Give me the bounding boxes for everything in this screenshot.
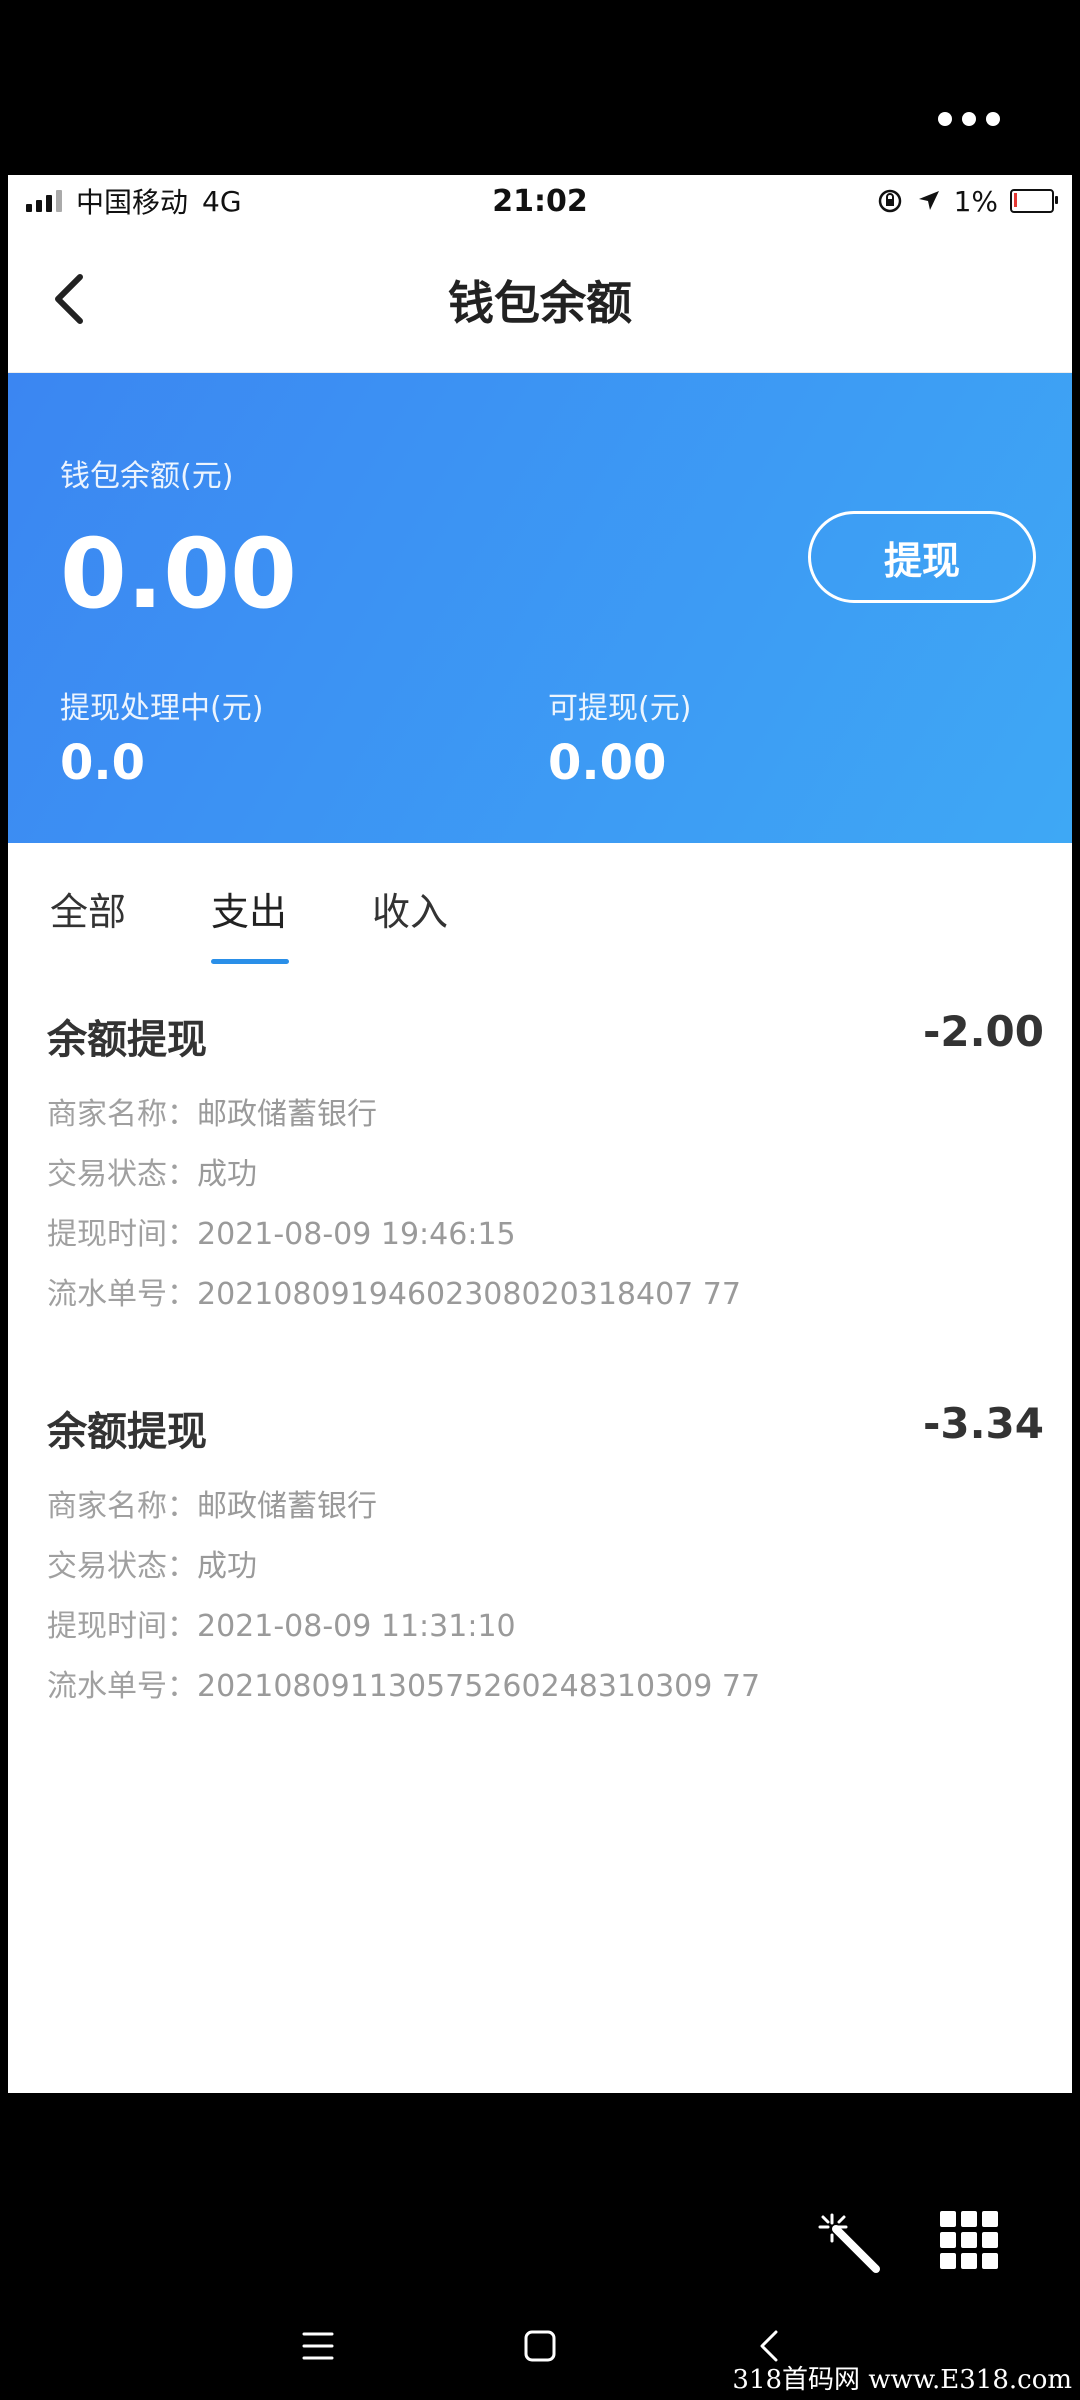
magic-wand-icon[interactable]: [818, 2211, 882, 2275]
nav-bar: 钱包余额: [8, 227, 1072, 373]
wallet-summary-card: 钱包余额(元) 0.00 提现 提现处理中(元) 0.0 可提现(元) 0.00: [8, 373, 1072, 843]
carrier-name: 中国移动: [76, 186, 189, 219]
status-bar: 中国移动 4G 21:02 1%: [8, 175, 1072, 227]
transaction-amount: -2.00: [922, 1007, 1044, 1056]
filter-tabs: 全部 支出 收入: [8, 843, 1072, 973]
back-arrow-icon[interactable]: [46, 269, 96, 329]
battery-percent: 1%: [953, 184, 998, 218]
tab-income[interactable]: 收入: [372, 881, 448, 936]
transaction-title: 余额提现: [47, 1017, 207, 1063]
transaction-merchant: 商家名称：邮政储蓄银行: [47, 1097, 377, 1132]
bottom-black-bar: 318首码网 www.E318.com: [0, 2093, 1080, 2400]
more-options-icon[interactable]: [938, 112, 1000, 126]
watermark-text: 318首码网 www.E318.com: [732, 2365, 1072, 2395]
transaction-serial: 流水单号：20210809194602308020318407 77: [47, 1277, 741, 1312]
processing-value: 0.0: [60, 735, 146, 791]
transaction-time: 提现时间：2021-08-09 19:46:15: [47, 1217, 516, 1252]
transaction-time: 提现时间：2021-08-09 11:31:10: [47, 1609, 516, 1644]
transaction-status: 交易状态：成功: [47, 1549, 257, 1584]
active-tab-indicator: [211, 959, 289, 964]
grid-menu-icon[interactable]: [940, 2211, 998, 2269]
status-time: 21:02: [492, 183, 588, 219]
balance-value: 0.00: [60, 518, 297, 630]
transaction-merchant: 商家名称：邮政储蓄银行: [47, 1489, 377, 1524]
rotation-lock-icon: [878, 189, 901, 213]
location-arrow-icon: [918, 191, 939, 210]
withdraw-button[interactable]: 提现: [808, 511, 1036, 603]
network-type: 4G: [202, 184, 242, 218]
transaction-amount: -3.34: [922, 1399, 1044, 1448]
balance-label: 钱包余额(元): [60, 459, 234, 494]
menu-icon[interactable]: [298, 2328, 338, 2364]
available-label: 可提现(元): [548, 691, 692, 726]
transaction-status: 交易状态：成功: [47, 1157, 257, 1192]
processing-label: 提现处理中(元): [60, 691, 264, 726]
top-black-bar: [0, 0, 1080, 175]
page-title: 钱包余额: [448, 275, 632, 330]
signal-icon: [26, 190, 62, 212]
transaction-title: 余额提现: [47, 1409, 207, 1455]
battery-icon: [1010, 189, 1058, 213]
tab-all[interactable]: 全部: [50, 881, 126, 936]
transaction-serial: 流水单号：202108091130575260248310309 77: [47, 1669, 761, 1704]
home-icon[interactable]: [520, 2326, 560, 2366]
available-value: 0.00: [548, 735, 667, 791]
tab-expense[interactable]: 支出: [211, 881, 287, 936]
app-screen: 中国移动 4G 21:02 1% 钱包余额 钱包余额(元) 0.00 提现 提现…: [8, 175, 1072, 2093]
